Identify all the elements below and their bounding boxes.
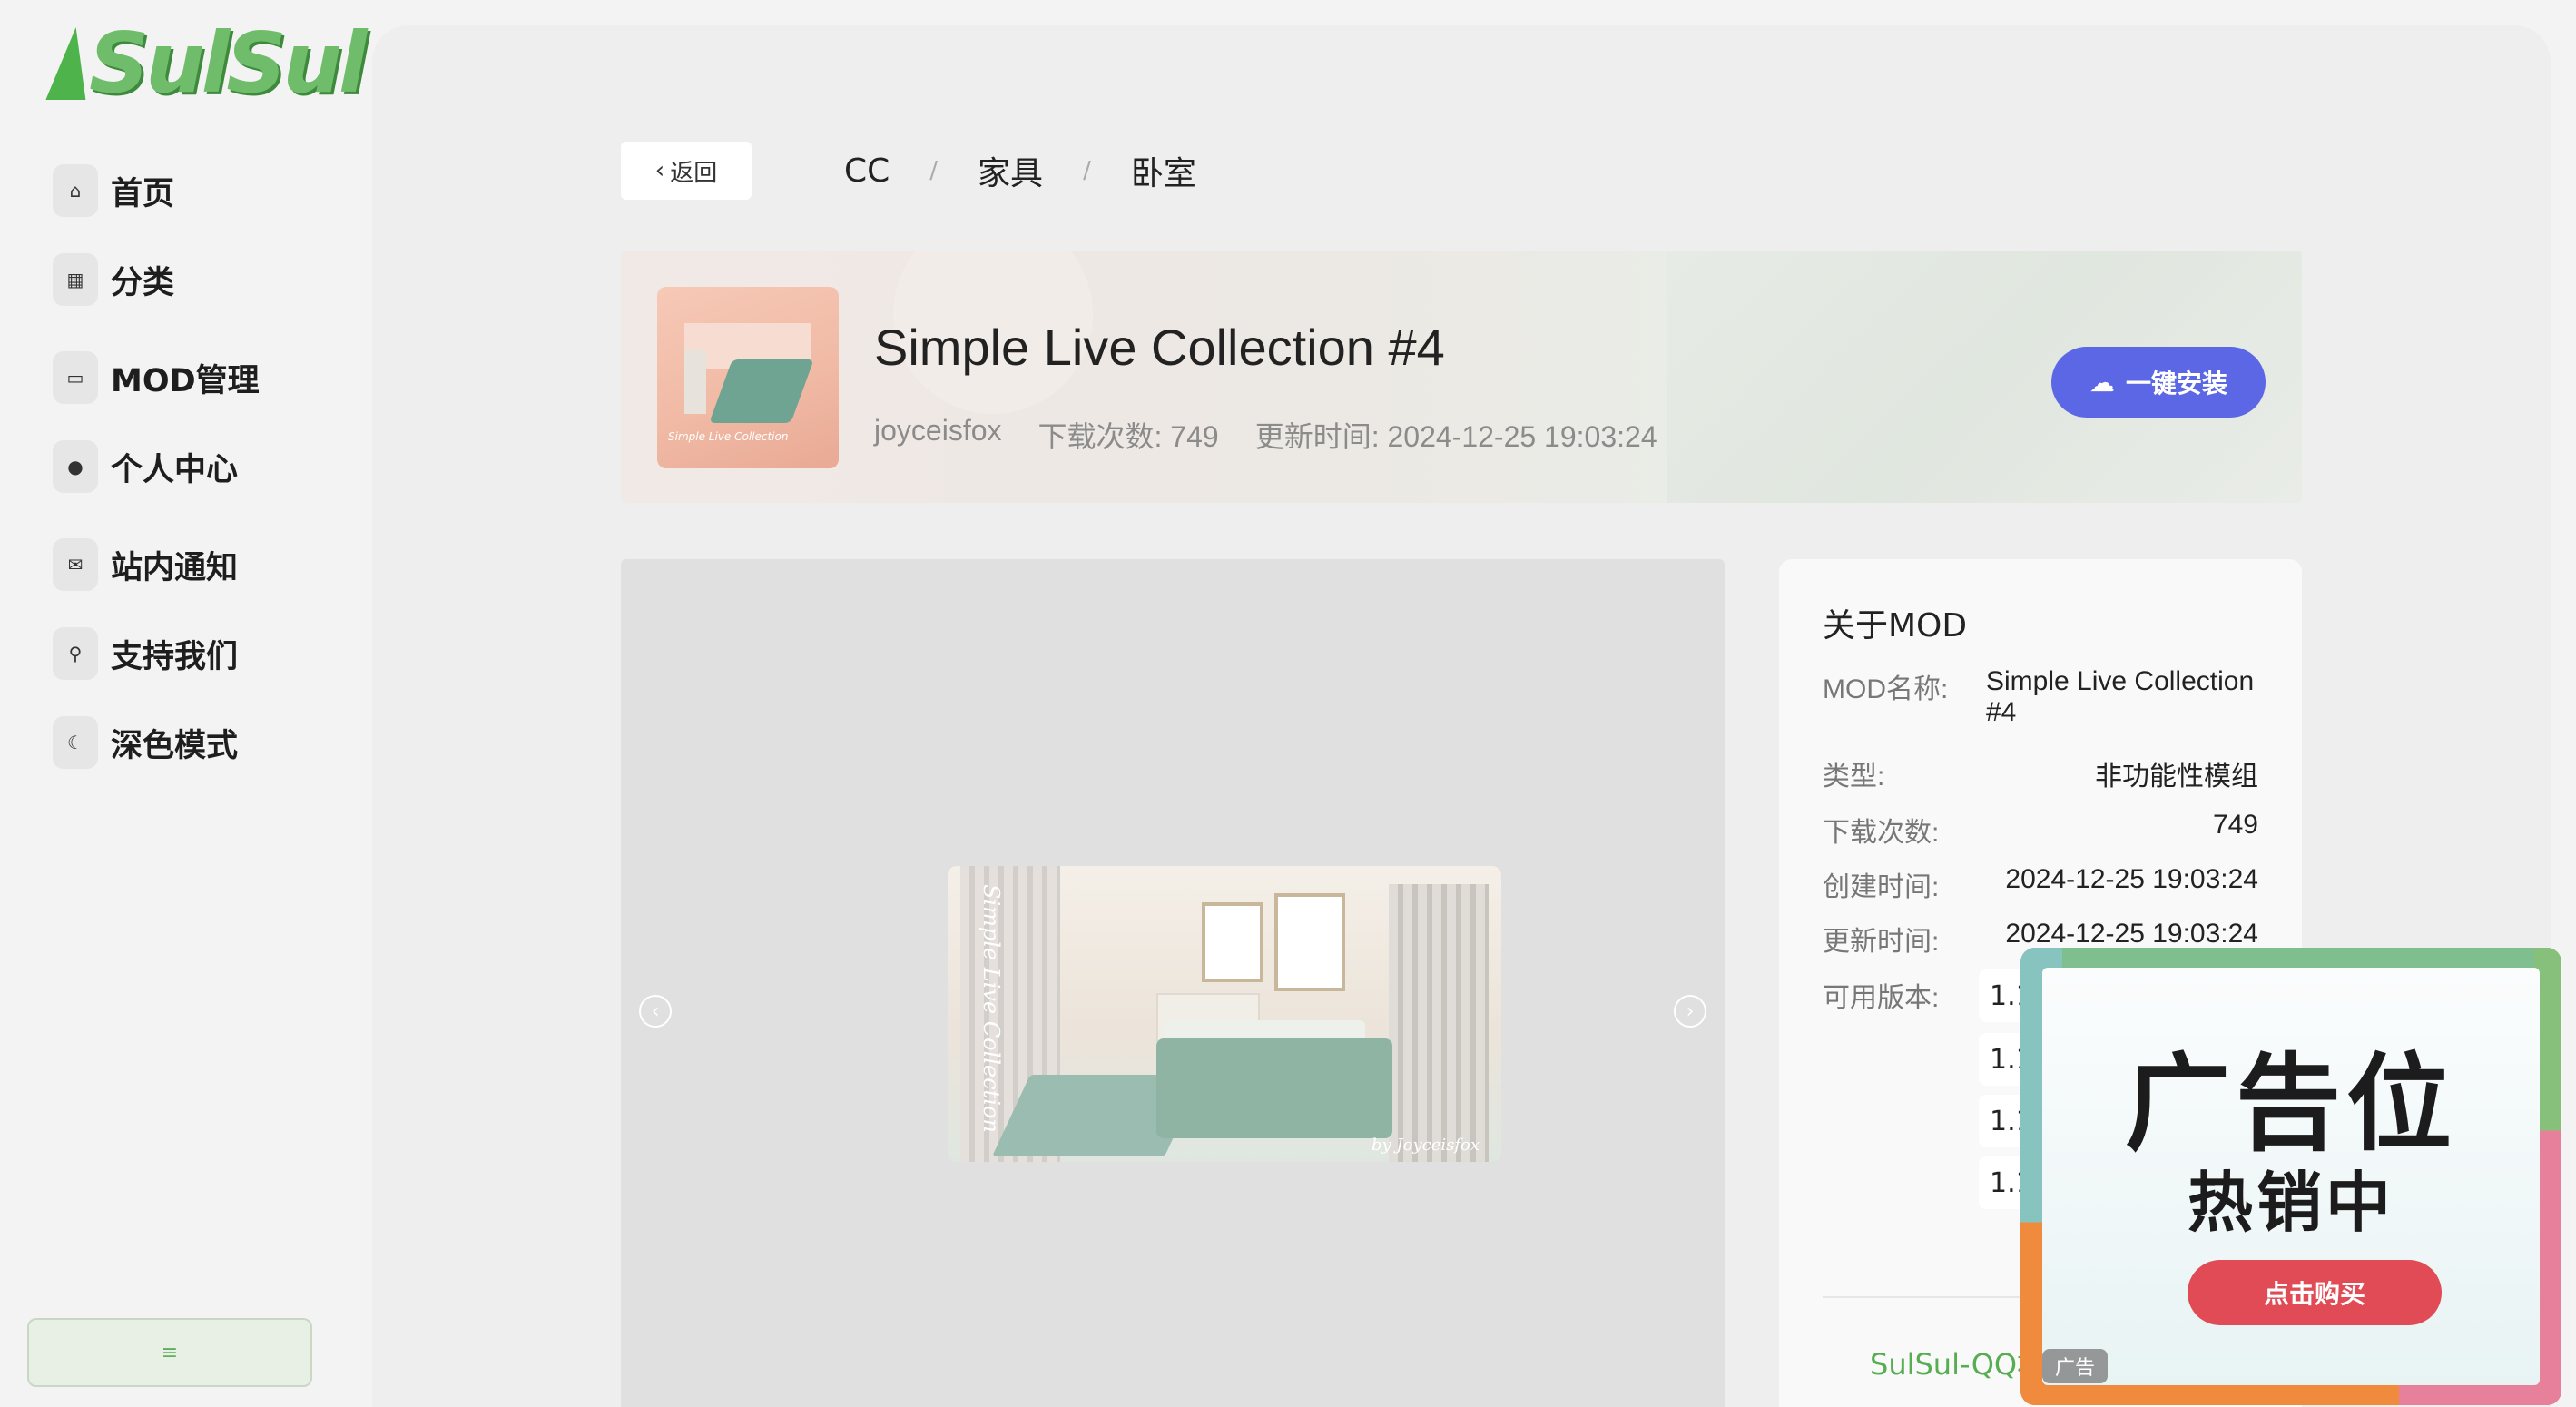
gallery-image[interactable]: Simple Live Collection by Joyceisfox bbox=[948, 866, 1501, 1162]
mod-author[interactable]: joyceisfox bbox=[874, 414, 1002, 456]
info-row-created: 创建时间: 2024-12-25 19:03:24 bbox=[1823, 864, 2258, 904]
sidebar: SulSul ⌂ 首页 ▦ 分类 ▭ MOD管理 ● 个人中心 ✉ 站内通知 ⚲… bbox=[0, 0, 368, 1407]
mod-downloads: 下载次数: 749 bbox=[1037, 420, 1219, 453]
info-value: 2024-12-25 19:03:24 bbox=[2005, 864, 2258, 894]
one-click-install-button[interactable]: ☁ 一键安装 bbox=[2051, 347, 2266, 418]
sidebar-item-notifications[interactable]: ✉ 站内通知 bbox=[53, 536, 238, 594]
sulsul-logo[interactable]: SulSul bbox=[45, 15, 368, 116]
info-key: 创建时间: bbox=[1823, 872, 1940, 902]
sidebar-item-mod-manage[interactable]: ▭ MOD管理 bbox=[53, 349, 260, 407]
sidebar-item-home[interactable]: ⌂ 首页 bbox=[53, 162, 174, 220]
info-key: 下载次数: bbox=[1823, 818, 1940, 848]
qq-group-link[interactable]: SulSul-QQ群 bbox=[1870, 1342, 2046, 1383]
info-key: 可用版本: bbox=[1823, 983, 1940, 1013]
ad-subheadline: 热销中 bbox=[2187, 1165, 2394, 1241]
sidebar-item-label: 深色模式 bbox=[111, 727, 239, 764]
user-icon: ● bbox=[53, 440, 98, 493]
info-key: 类型: bbox=[1823, 762, 1885, 792]
sidebar-item-profile[interactable]: ● 个人中心 bbox=[53, 438, 238, 496]
cloud-upload-icon: ☁ bbox=[2089, 367, 2115, 398]
breadcrumb-item-bedroom[interactable]: 卧室 bbox=[1131, 147, 1196, 194]
thumb-bed bbox=[709, 359, 814, 423]
mod-title: Simple Live Collection #4 bbox=[874, 319, 1445, 376]
sidebar-item-label: 个人中心 bbox=[111, 451, 239, 488]
ad-headline: 广告位 bbox=[2125, 1043, 2457, 1166]
info-key: 更新时间: bbox=[1823, 927, 1940, 957]
logo-text: SulSul bbox=[89, 15, 368, 112]
sidebar-item-category[interactable]: ▦ 分类 bbox=[53, 251, 174, 309]
back-label: 返回 bbox=[670, 159, 718, 187]
thumb-caption: Simple Live Collection bbox=[668, 430, 789, 443]
image-caption: by Joyceisfox bbox=[1371, 1136, 1480, 1155]
image-side-text: Simple Live Collection bbox=[978, 884, 1004, 1133]
sidebar-item-label: 站内通知 bbox=[111, 549, 239, 586]
mod-thumbnail: Simple Live Collection bbox=[657, 287, 839, 468]
mod-updated: 更新时间: 2024-12-25 19:03:24 bbox=[1254, 420, 1657, 453]
chevron-left-icon: ‹ bbox=[654, 157, 665, 184]
install-label: 一键安装 bbox=[2125, 369, 2227, 398]
ad-banner[interactable]: 广告位 热销中 点击购买 广告 bbox=[2020, 948, 2561, 1405]
img-frame bbox=[1274, 893, 1345, 991]
ad-tag: 广告 bbox=[2042, 1349, 2108, 1383]
support-icon: ⚲ bbox=[53, 627, 98, 680]
sidebar-collapse-button[interactable]: ≡ bbox=[27, 1318, 312, 1387]
sidebar-item-label: 支持我们 bbox=[111, 638, 239, 675]
breadcrumb-item-furniture[interactable]: 家具 bbox=[978, 147, 1043, 194]
mod-meta: joyceisfox 下载次数: 749 更新时间: 2024-12-25 19… bbox=[874, 414, 1657, 456]
info-value: 非功能性模组 bbox=[2095, 762, 2258, 792]
img-curtain bbox=[1389, 884, 1489, 1162]
sidebar-item-label: 分类 bbox=[111, 264, 175, 301]
info-value: 749 bbox=[2212, 810, 2258, 840]
breadcrumb-separator: / bbox=[929, 157, 939, 184]
ad-border bbox=[2020, 1385, 2561, 1405]
img-frame bbox=[1202, 902, 1263, 982]
image-gallery: Simple Live Collection by Joyceisfox ‹ › bbox=[621, 559, 1725, 1407]
about-title: 关于MOD bbox=[1823, 607, 1968, 644]
img-bed bbox=[1156, 1038, 1392, 1138]
home-icon: ⌂ bbox=[53, 164, 98, 217]
sidebar-item-dark-mode[interactable]: ☾ 深色模式 bbox=[53, 713, 238, 772]
chevron-left-icon[interactable]: ‹ bbox=[639, 995, 672, 1028]
mod-hero-banner: Simple Live Collection bbox=[621, 251, 2302, 503]
thumb-shelf bbox=[684, 350, 706, 414]
sidebar-item-label: MOD管理 bbox=[111, 362, 260, 399]
chevron-right-icon[interactable]: › bbox=[1674, 995, 1706, 1028]
ad-content: 广告位 热销中 点击购买 bbox=[2042, 968, 2540, 1385]
info-value: Simple Live Collection #4 bbox=[1986, 666, 2255, 727]
sidebar-item-support[interactable]: ⚲ 支持我们 bbox=[53, 625, 238, 683]
info-row-type: 类型: 非功能性模组 bbox=[1823, 753, 2258, 793]
monitor-icon: ▭ bbox=[53, 351, 98, 404]
back-button[interactable]: ‹ 返回 bbox=[621, 142, 752, 200]
info-row-name: MOD名称: Simple Live Collection #4 bbox=[1823, 666, 2258, 728]
info-key: MOD名称: bbox=[1823, 674, 1949, 704]
grid-icon: ▦ bbox=[53, 253, 98, 306]
breadcrumb-separator: / bbox=[1083, 157, 1091, 184]
ad-buy-button[interactable]: 点击购买 bbox=[2188, 1260, 2442, 1325]
breadcrumb: CC / 家具 / 卧室 bbox=[844, 145, 1196, 196]
moon-icon: ☾ bbox=[53, 716, 98, 769]
mail-icon: ✉ bbox=[53, 538, 98, 591]
sidebar-item-label: 首页 bbox=[111, 175, 175, 212]
breadcrumb-item-cc[interactable]: CC bbox=[844, 153, 890, 190]
info-row-downloads: 下载次数: 749 bbox=[1823, 810, 2258, 850]
